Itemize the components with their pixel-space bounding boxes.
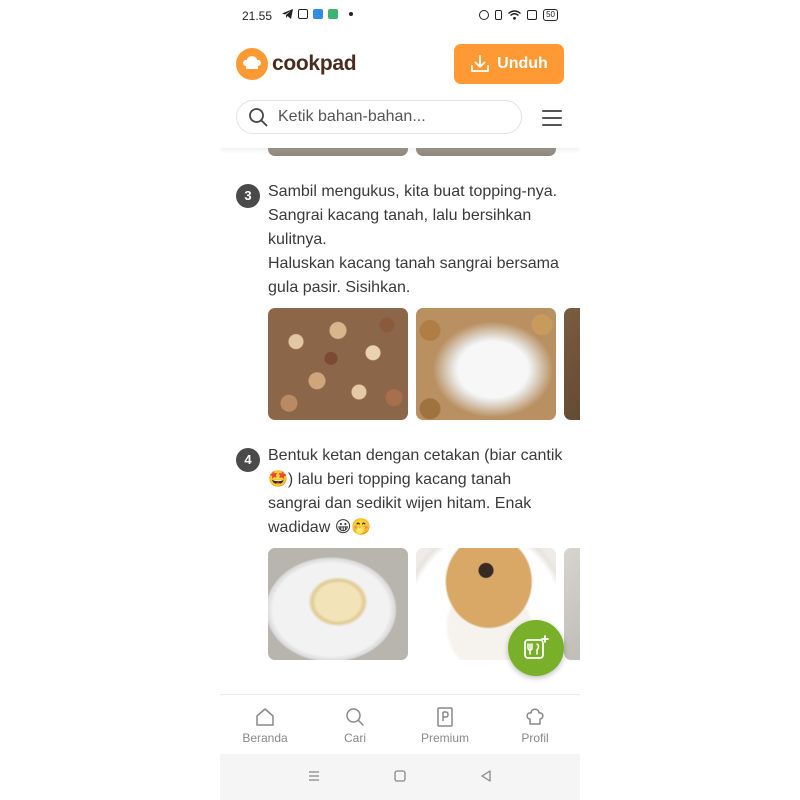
step-number: 4 — [236, 448, 260, 472]
nav-label: Beranda — [242, 731, 288, 745]
search-input[interactable] — [276, 107, 510, 127]
download-label: Unduh — [497, 55, 548, 72]
cookpad-logo[interactable]: cookpad — [236, 48, 357, 80]
step-image[interactable] — [416, 148, 556, 156]
battery-icon: 50 — [543, 9, 558, 21]
step-image[interactable] — [564, 308, 580, 420]
alarm-icon — [479, 10, 490, 20]
back-icon[interactable] — [480, 770, 492, 782]
phone-screen: 21.55 50 cookpad Unduh Ketik bahan-bahan… — [220, 0, 580, 800]
app-blue-icon — [313, 9, 323, 19]
dot-icon — [349, 12, 353, 16]
vibrate-icon — [495, 10, 503, 20]
download-button[interactable]: Unduh — [454, 44, 564, 84]
premium-icon — [437, 707, 453, 727]
add-cooksnap-icon — [524, 635, 549, 659]
step-number: 3 — [236, 184, 260, 208]
bottom-navigation: Beranda Cari Premium Profil — [220, 694, 580, 755]
step-image[interactable] — [564, 548, 580, 660]
recent-apps-icon[interactable] — [308, 770, 320, 782]
status-bar: 21.55 50 — [220, 0, 580, 32]
step-image[interactable] — [268, 548, 408, 660]
step-text: Sambil mengukus, kita buat topping-nya. … — [268, 183, 559, 296]
nav-cari[interactable]: Cari — [310, 695, 400, 755]
profile-chef-icon — [526, 708, 544, 725]
home-icon — [256, 708, 274, 726]
nav-beranda[interactable]: Beranda — [220, 695, 310, 755]
system-navigation-bar — [220, 754, 580, 800]
chef-hat-icon — [236, 48, 268, 80]
nav-label: Profil — [521, 731, 549, 745]
hamburger-menu-icon[interactable] — [542, 110, 562, 126]
recipe-steps: 3 Sambil mengukus, kita buat topping-nya… — [220, 148, 580, 694]
logo-text: cookpad — [272, 52, 357, 75]
download-icon — [471, 55, 490, 72]
step-image[interactable] — [268, 148, 408, 156]
wifi-icon — [508, 10, 522, 20]
notification-icons — [282, 9, 353, 19]
search-bar[interactable] — [236, 100, 522, 134]
nav-label: Premium — [420, 731, 469, 745]
nav-premium[interactable]: Premium — [400, 695, 490, 755]
search-icon — [346, 708, 364, 726]
step-image[interactable] — [416, 308, 556, 420]
status-time: 21.55 — [242, 9, 273, 23]
app-header: cookpad Unduh — [220, 32, 580, 148]
instagram-icon — [298, 9, 308, 19]
step-images — [268, 308, 580, 420]
nav-label: Cari — [343, 731, 366, 745]
cooksnap-fab-button[interactable] — [508, 620, 564, 676]
step-image[interactable] — [268, 308, 408, 420]
step-text: Bentuk ketan dengan cetakan (biar cantik… — [268, 447, 563, 536]
screen-record-icon — [527, 10, 538, 20]
search-icon — [249, 108, 268, 127]
telegram-icon — [282, 9, 293, 19]
system-icons: 50 — [479, 9, 558, 21]
nav-profil[interactable]: Profil — [490, 695, 580, 755]
app-green-icon — [328, 9, 338, 19]
home-button-icon[interactable] — [394, 770, 406, 782]
